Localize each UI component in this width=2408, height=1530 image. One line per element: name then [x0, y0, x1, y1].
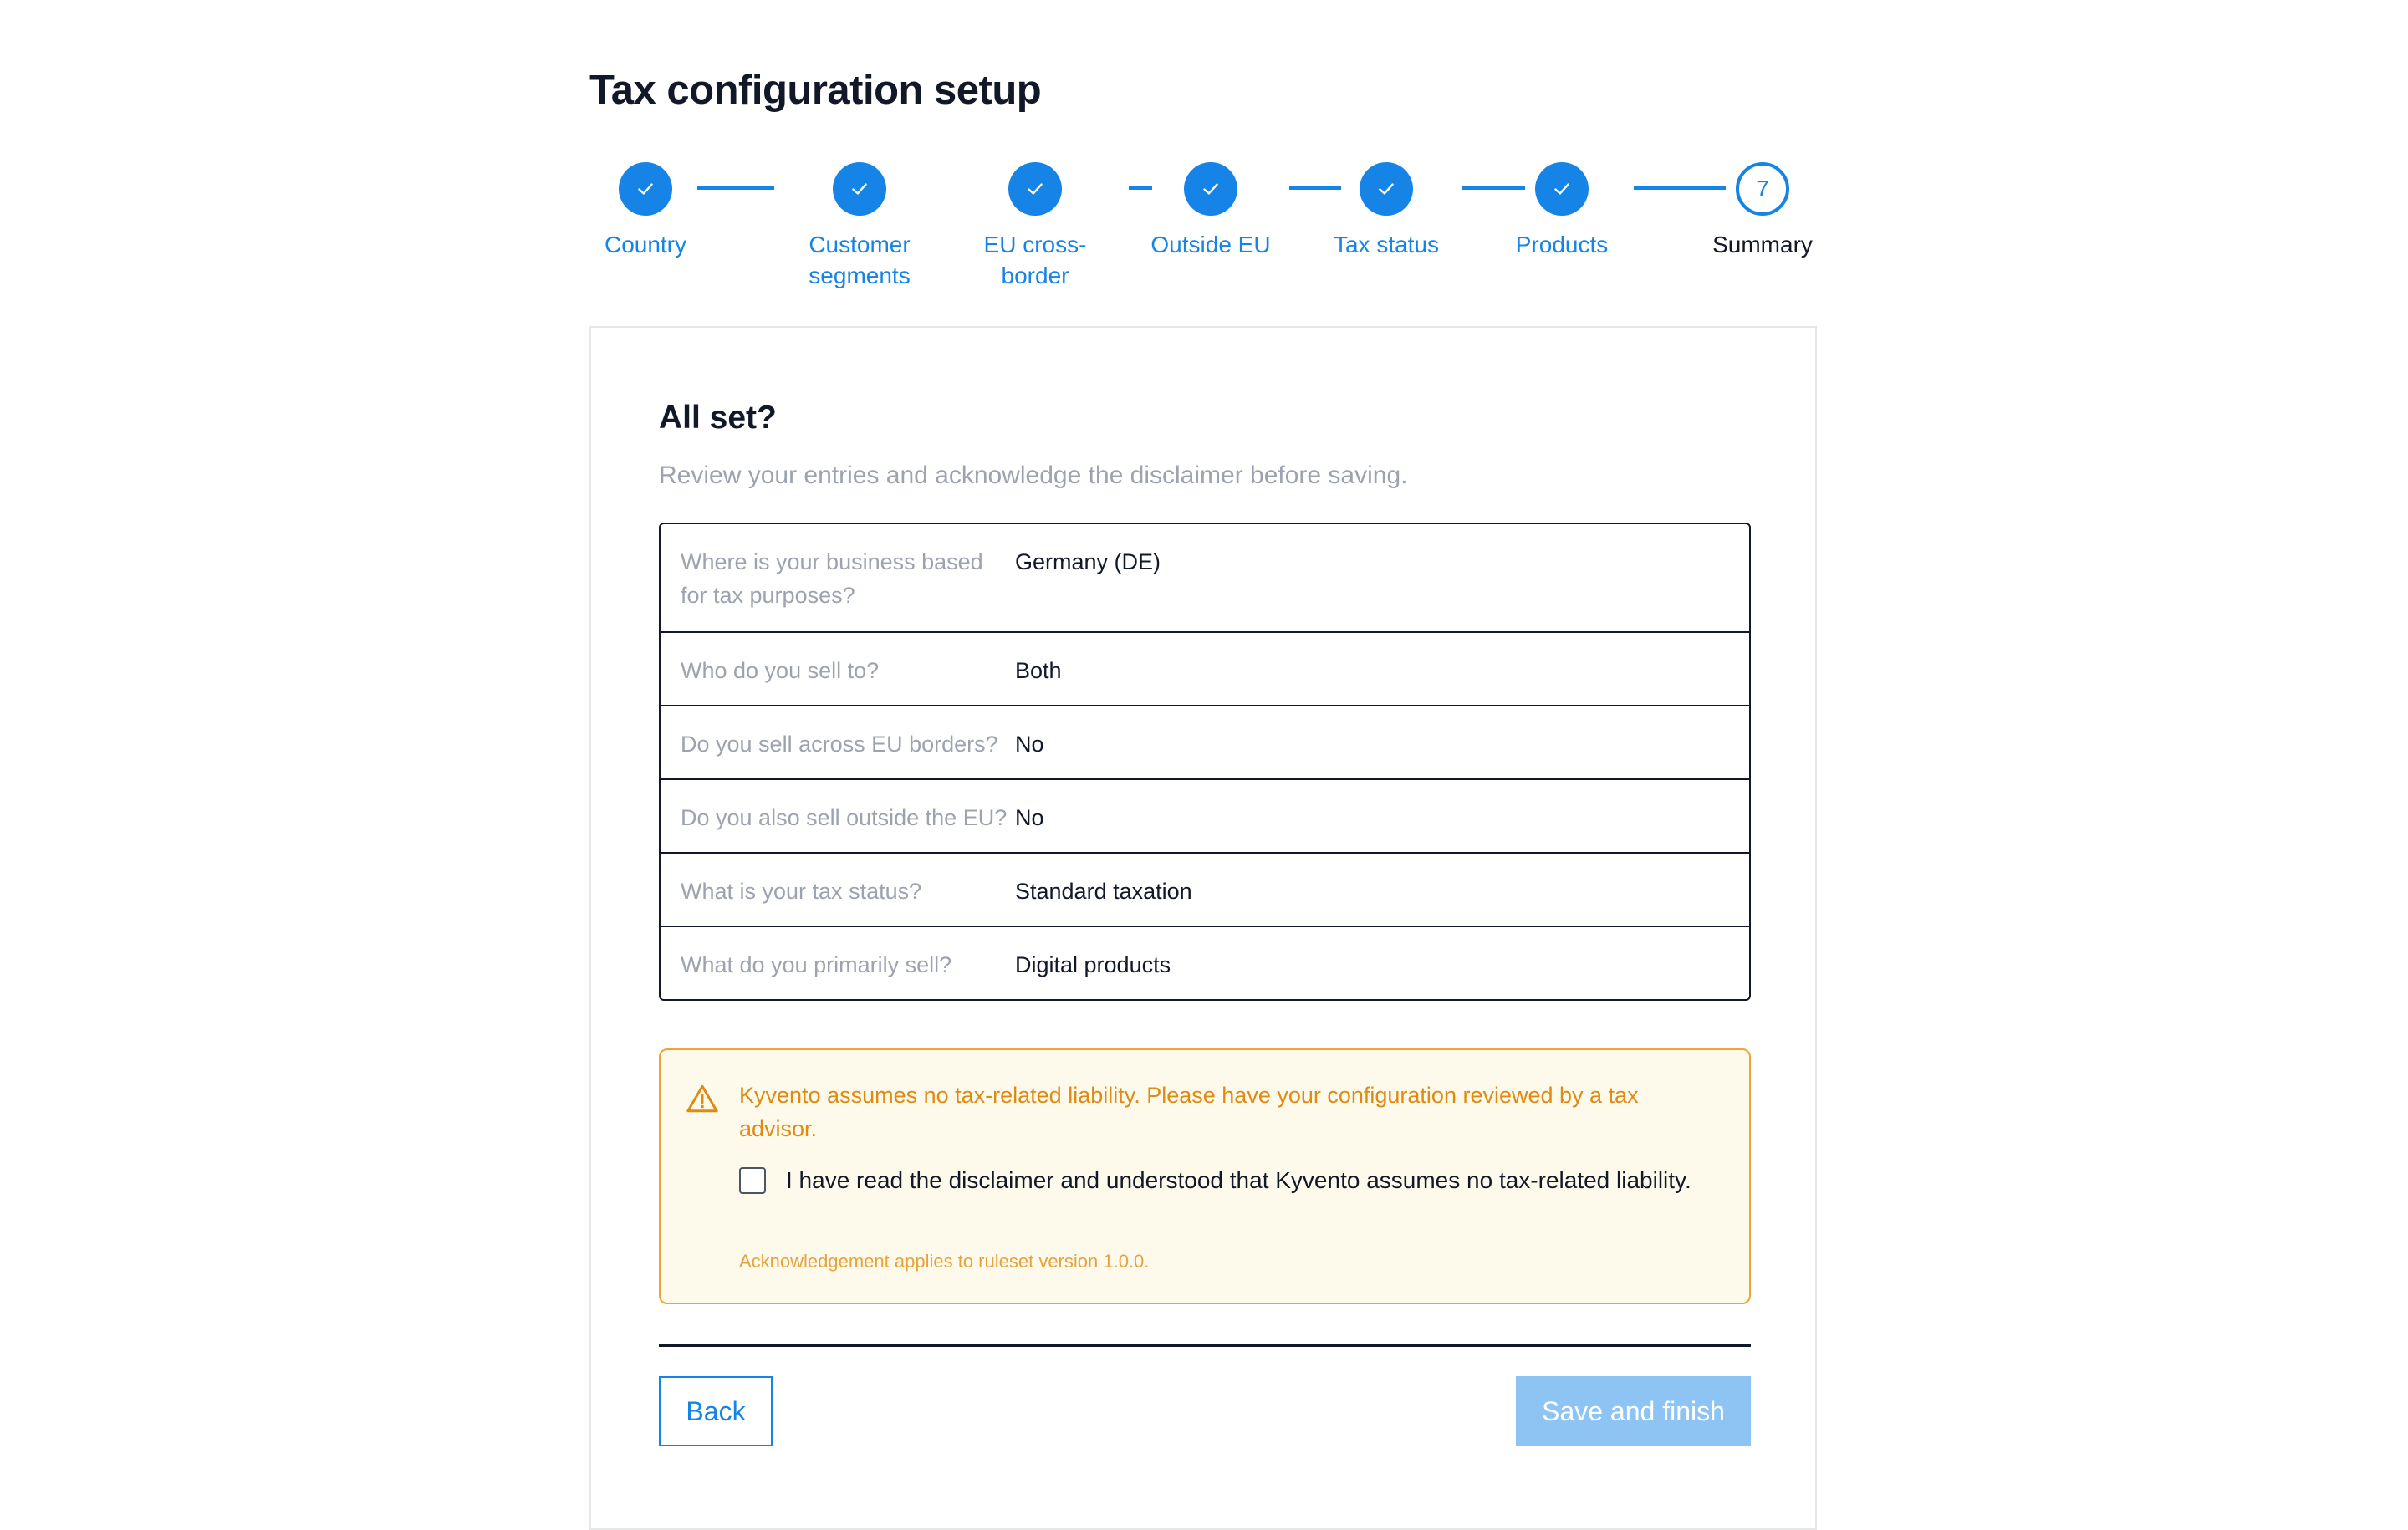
step-connector [1129, 186, 1152, 190]
step-connector [697, 186, 774, 190]
step-eu-cross-border-label[interactable]: EU cross-border [968, 229, 1102, 291]
step-outside-eu-label[interactable]: Outside EU [1119, 229, 1303, 260]
summary-question: Where is your business based for tax pur… [681, 549, 983, 608]
step-products-indicator[interactable] [1535, 162, 1589, 216]
summary-row: What is your tax status? Standard taxati… [661, 852, 1749, 926]
summary-question: Who do you sell to? [681, 658, 880, 683]
summary-answer: Digital products [1015, 952, 1171, 977]
warning-triangle-icon [686, 1084, 718, 1113]
summary-answer: Standard taxation [1015, 879, 1192, 904]
step-outside-eu-indicator[interactable] [1184, 162, 1237, 216]
save-and-finish-button[interactable]: Save and finish [1516, 1376, 1751, 1446]
check-icon [852, 183, 867, 195]
step-summary-indicator: 7 [1736, 162, 1789, 216]
card-subtitle: Review your entries and acknowledge the … [659, 462, 1408, 489]
check-icon [638, 183, 653, 195]
summary-answer: Germany (DE) [1015, 549, 1161, 574]
step-tax-status-indicator[interactable] [1360, 162, 1413, 216]
step-connector [1634, 186, 1726, 190]
disclaimer-box: Kyvento assumes no tax-related liability… [659, 1048, 1751, 1304]
back-button[interactable]: Back [659, 1376, 773, 1446]
summary-row: Where is your business based for tax pur… [661, 524, 1749, 631]
step-connector [1289, 186, 1341, 190]
progress-stepper: Country Customer segments EU cross-borde… [0, 0, 2408, 301]
summary-question: What do you primarily sell? [681, 952, 952, 977]
step-tax-status-label[interactable]: Tax status [1294, 229, 1478, 260]
summary-row: What do you primarily sell? Digital prod… [661, 926, 1749, 999]
summary-question: Do you sell across EU borders? [681, 732, 998, 757]
step-country-indicator[interactable] [619, 162, 672, 216]
step-number: 7 [1756, 176, 1769, 201]
summary-table: Where is your business based for tax pur… [659, 523, 1751, 1001]
disclaimer-text: Kyvento assumes no tax-related liability… [739, 1083, 1639, 1141]
step-country-label[interactable]: Country [554, 229, 737, 260]
step-customer-segments-label[interactable]: Customer segments [768, 229, 951, 291]
summary-answer: No [1015, 732, 1044, 757]
card-heading: All set? [659, 400, 777, 436]
summary-question: Do you also sell outside the EU? [681, 805, 1008, 830]
footer-divider [659, 1344, 1751, 1347]
summary-row: Who do you sell to? Both [661, 631, 1749, 705]
step-connector [1462, 186, 1525, 190]
check-icon [1028, 183, 1043, 195]
summary-answer: Both [1015, 658, 1062, 683]
step-customer-segments-indicator[interactable] [833, 162, 886, 216]
check-icon [1203, 183, 1218, 195]
summary-row: Do you also sell outside the EU? No [661, 778, 1749, 852]
acknowledge-checkbox-label[interactable]: I have read the disclaimer and understoo… [786, 1164, 1691, 1197]
step-products-label[interactable]: Products [1470, 229, 1654, 260]
ruleset-version-note: Acknowledgement applies to ruleset versi… [739, 1251, 1150, 1272]
summary-row: Do you sell across EU borders? No [661, 705, 1749, 778]
step-eu-cross-border-indicator[interactable] [1008, 162, 1062, 216]
summary-question: What is your tax status? [681, 879, 922, 904]
summary-answer: No [1015, 805, 1044, 830]
check-icon [1554, 183, 1569, 195]
step-summary-label: Summary [1712, 232, 1813, 258]
check-icon [1379, 183, 1394, 195]
acknowledge-checkbox[interactable] [739, 1167, 766, 1194]
tax-setup-page: Tax configuration setup Country Customer… [0, 0, 2408, 1530]
